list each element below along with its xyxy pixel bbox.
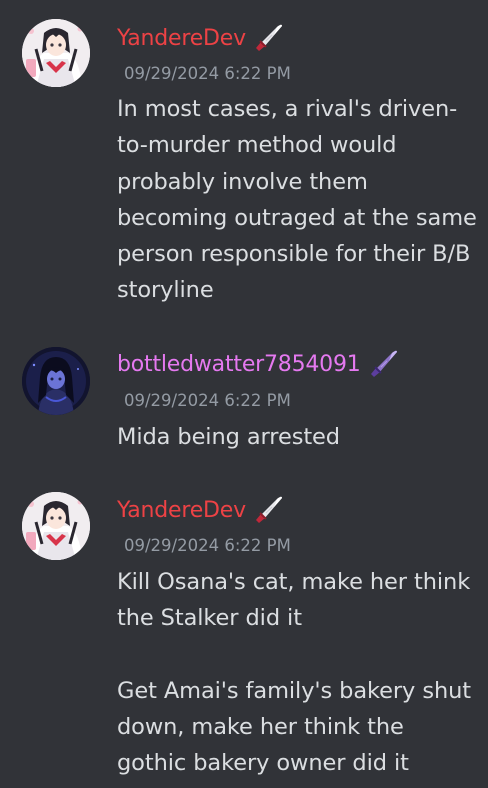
- avatar[interactable]: [22, 19, 90, 87]
- message-content: Mida being arrested: [117, 424, 340, 450]
- username-row: YandereDev: [117, 495, 286, 525]
- knife-icon: [252, 21, 286, 55]
- username[interactable]: YandereDev: [117, 498, 246, 523]
- username[interactable]: bottledwatter7854091: [117, 352, 361, 377]
- avatar[interactable]: [22, 492, 90, 560]
- avatar[interactable]: [22, 347, 90, 415]
- timestamp: 09/29/2024 6:22 PM: [124, 391, 291, 410]
- timestamp: 09/29/2024 6:22 PM: [124, 536, 291, 555]
- knife-icon: [252, 493, 286, 527]
- username-row: bottledwatter7854091: [117, 349, 401, 379]
- username-row: YandereDev: [117, 23, 286, 53]
- message-content: Kill Osana's cat, make her think the Sta…: [117, 569, 471, 777]
- purple-knife-icon: [367, 347, 401, 381]
- message-item: YandereDev 09/29/2024 6:22 PM Kill Osana…: [0, 470, 488, 788]
- message-content: In most cases, a rival's driven-to-murde…: [117, 96, 484, 304]
- timestamp: 09/29/2024 6:22 PM: [124, 64, 291, 83]
- message-item: bottledwatter7854091 09/29/2024 6:22 PM …: [0, 320, 488, 470]
- message-item: YandereDev 09/29/2024 6:22 PM In most ca…: [0, 0, 488, 320]
- username[interactable]: YandereDev: [117, 26, 246, 51]
